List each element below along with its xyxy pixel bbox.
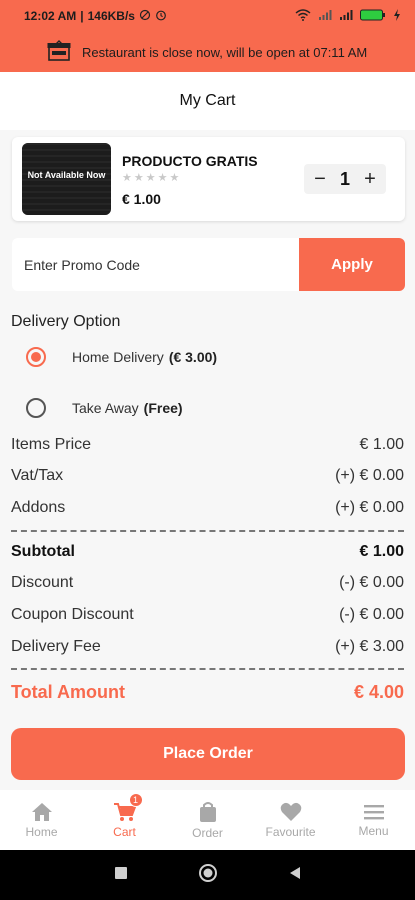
shop-icon (46, 39, 72, 65)
restaurant-closed-banner: Restaurant is close now, will be open at… (0, 32, 415, 72)
row-value: € 1.00 (359, 436, 404, 453)
delivery-option-fee: (Free) (143, 400, 183, 416)
row-label: Discount (11, 574, 74, 591)
bottom-navigation: Home 1 Cart Order Favourite Menu (0, 790, 415, 850)
row-label: Items Price (11, 436, 92, 453)
system-navigation-bar (0, 850, 415, 900)
banner-message: Restaurant is close now, will be open at… (82, 44, 368, 60)
row-label: Vat/Tax (11, 467, 64, 484)
nav-label: Home (25, 824, 58, 839)
delivery-option-label: Home Delivery (72, 349, 164, 365)
product-price: € 1.00 (122, 191, 161, 207)
quantity-stepper: − 1 + (304, 164, 386, 194)
status-network-speed: 146KB/s (87, 9, 135, 23)
vat-tax-row: Vat/Tax (+) € 0.00 (11, 467, 404, 485)
home-system-icon[interactable] (198, 863, 218, 888)
delivery-fee-row: Delivery Fee (+) € 3.00 (11, 638, 404, 656)
home-icon (31, 802, 52, 821)
page-header: My Cart (0, 72, 415, 130)
promo-code-input[interactable] (12, 238, 299, 291)
coupon-discount-row: Coupon Discount (-) € 0.00 (11, 606, 404, 624)
signal-icon-2 (339, 9, 353, 24)
delivery-option-label: Take Away (72, 400, 139, 416)
product-image: Not Available Now (22, 143, 111, 215)
place-order-button[interactable]: Place Order (11, 728, 405, 780)
nav-label: Favourite (265, 824, 316, 839)
nav-item-menu[interactable]: Menu (332, 790, 415, 850)
items-price-row: Items Price € 1.00 (11, 436, 404, 454)
heart-icon (280, 802, 301, 821)
delivery-option-fee: (€ 3.00) (168, 349, 218, 365)
notification-icon (139, 9, 151, 24)
back-icon[interactable] (288, 866, 302, 885)
battery-icon (360, 9, 386, 24)
alarm-icon (155, 9, 167, 24)
status-time: 12:02 AM (24, 9, 77, 23)
bag-icon (199, 801, 216, 822)
row-value: (+) € 0.00 (335, 467, 404, 484)
rating-stars: ★★★★★ (122, 172, 182, 184)
recents-icon[interactable] (114, 866, 128, 885)
radio-unselected-icon[interactable] (26, 398, 46, 418)
promo-code-box: Apply (12, 238, 405, 291)
menu-icon (363, 804, 384, 819)
subtotal-row: Subtotal € 1.00 (11, 543, 404, 561)
total-amount-row: Total Amount € 4.00 (11, 682, 404, 703)
summary-divider (11, 530, 404, 532)
row-label: Subtotal (11, 543, 75, 560)
status-bar: 12:02 AM | 146KB/s (0, 0, 415, 32)
row-label: Delivery Fee (11, 638, 101, 655)
row-value: € 4.00 (353, 682, 404, 702)
cart-badge: 1 (128, 793, 143, 807)
addons-row: Addons (+) € 0.00 (11, 499, 404, 517)
row-label: Coupon Discount (11, 606, 134, 623)
radio-selected-icon[interactable] (26, 347, 46, 367)
delivery-option-home[interactable]: Home Delivery (€ 3.00) (26, 347, 217, 367)
delivery-option-title: Delivery Option (11, 313, 121, 330)
nav-item-home[interactable]: Home (0, 790, 83, 850)
cart-item[interactable]: Not Available Now PRODUCTO GRATIS ★★★★★ … (12, 137, 405, 221)
total-divider (11, 668, 404, 670)
row-value: € 1.00 (359, 543, 404, 560)
nav-item-favourite[interactable]: Favourite (249, 790, 332, 850)
delivery-option-takeaway[interactable]: Take Away (Free) (26, 398, 183, 418)
signal-icon (318, 9, 332, 24)
nav-label: Menu (358, 823, 389, 838)
nav-item-cart[interactable]: 1 Cart (83, 790, 166, 850)
wifi-icon (295, 8, 311, 24)
nav-label: Order (192, 825, 223, 840)
page-title: My Cart (179, 92, 236, 109)
not-available-label: Not Available Now (27, 170, 106, 180)
product-name: PRODUCTO GRATIS (122, 153, 258, 169)
decrease-quantity-button[interactable]: − (312, 169, 328, 189)
apply-promo-button[interactable]: Apply (299, 238, 405, 291)
nav-label: Cart (113, 824, 136, 839)
row-value: (-) € 0.00 (339, 574, 404, 591)
nav-item-order[interactable]: Order (166, 790, 249, 850)
row-value: (+) € 3.00 (335, 638, 404, 655)
charging-icon (393, 8, 401, 24)
row-value: (+) € 0.00 (335, 499, 404, 516)
row-value: (-) € 0.00 (339, 606, 404, 623)
row-label: Total Amount (11, 682, 125, 702)
discount-row: Discount (-) € 0.00 (11, 574, 404, 592)
increase-quantity-button[interactable]: + (362, 169, 378, 189)
row-label: Addons (11, 499, 66, 516)
quantity-value: 1 (339, 168, 350, 189)
